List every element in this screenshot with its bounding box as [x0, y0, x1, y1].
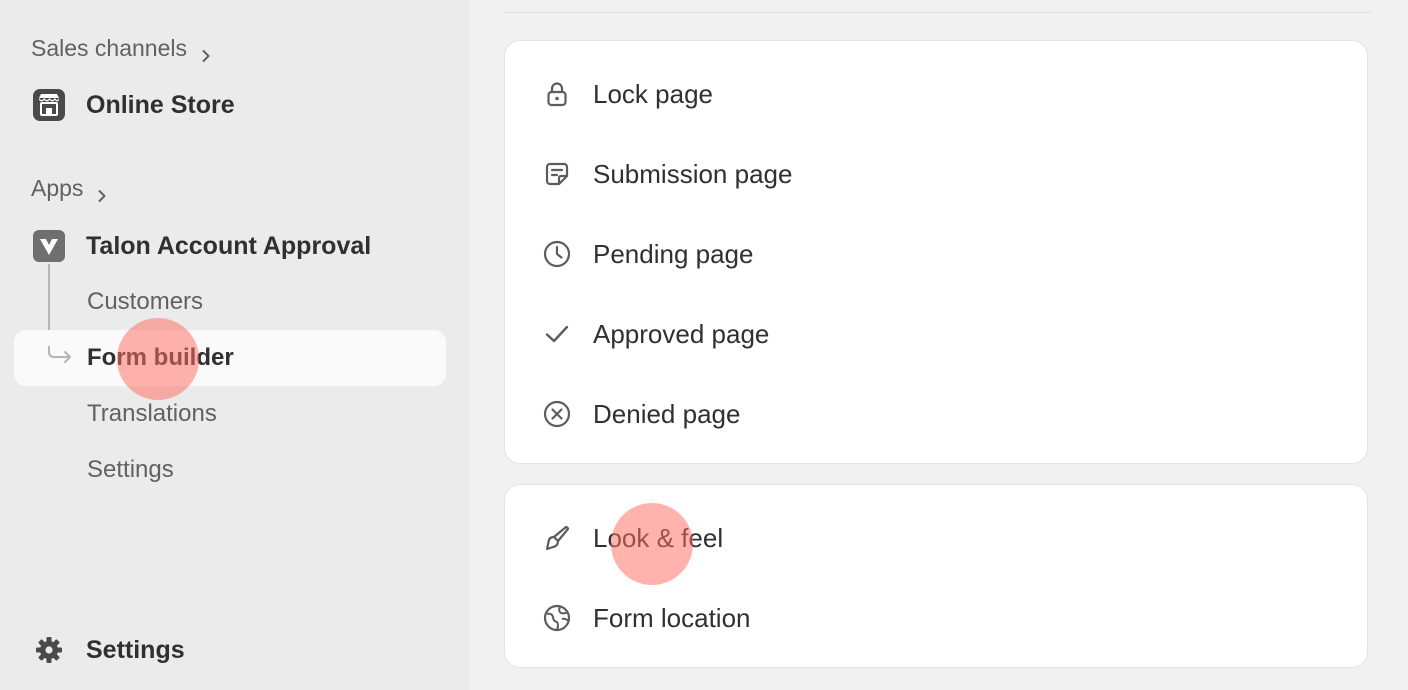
- row-approved-page[interactable]: Approved page: [541, 314, 769, 354]
- nav-settings[interactable]: Settings: [32, 633, 185, 667]
- sales-channels-link[interactable]: Sales channels: [31, 35, 213, 62]
- paintbrush-icon: [541, 522, 573, 554]
- row-pending-page[interactable]: Pending page: [541, 234, 753, 274]
- subnav-customers[interactable]: Customers: [87, 288, 203, 316]
- row-label: Form location: [593, 602, 751, 633]
- row-look-and-feel[interactable]: Look & feel: [541, 518, 723, 558]
- row-label: Look & feel: [593, 522, 724, 553]
- subnav-settings[interactable]: Settings: [87, 456, 174, 484]
- talon-logo-icon: [32, 229, 66, 263]
- tree-arrow-icon: [48, 346, 74, 373]
- nav-online-store[interactable]: Online Store: [32, 88, 235, 122]
- online-store-label: Online Store: [86, 90, 235, 119]
- chevron-right-icon: [199, 42, 213, 62]
- row-label: Approved page: [593, 318, 770, 349]
- lock-icon: [541, 78, 573, 110]
- apps-link[interactable]: Apps: [31, 175, 109, 202]
- row-lock-page[interactable]: Lock page: [541, 74, 713, 114]
- x-circle-icon: [541, 398, 573, 430]
- globe-icon: [541, 602, 573, 634]
- row-label: Lock page: [593, 78, 713, 109]
- clock-icon: [541, 238, 573, 270]
- subnav-form-builder[interactable]: Form builder: [87, 344, 234, 372]
- row-label: Submission page: [593, 158, 793, 189]
- row-denied-page[interactable]: Denied page: [541, 394, 740, 434]
- row-submission-page[interactable]: Submission page: [541, 154, 792, 194]
- row-label: Pending page: [593, 238, 754, 269]
- row-form-location[interactable]: Form location: [541, 598, 751, 638]
- subnav-translations[interactable]: Translations: [87, 400, 217, 428]
- app-name-label: Talon Account Approval: [86, 231, 372, 260]
- checkmark-icon: [541, 318, 573, 350]
- content-divider: [503, 12, 1371, 13]
- row-label: Denied page: [593, 398, 741, 429]
- gear-icon: [32, 633, 66, 667]
- chevron-right-icon: [95, 182, 109, 202]
- settings-card: Look & feel Form location: [504, 484, 1368, 668]
- storefront-icon: [32, 88, 66, 122]
- sales-channels-label: Sales channels: [31, 35, 187, 61]
- pages-card: Lock page Submission page Pending page A…: [504, 40, 1368, 464]
- note-icon: [541, 158, 573, 190]
- nav-talon-account-approval[interactable]: Talon Account Approval: [32, 229, 371, 263]
- apps-label: Apps: [31, 175, 84, 201]
- sidebar: Sales channels Online Store Apps Talon A…: [0, 0, 470, 690]
- settings-label: Settings: [86, 635, 185, 664]
